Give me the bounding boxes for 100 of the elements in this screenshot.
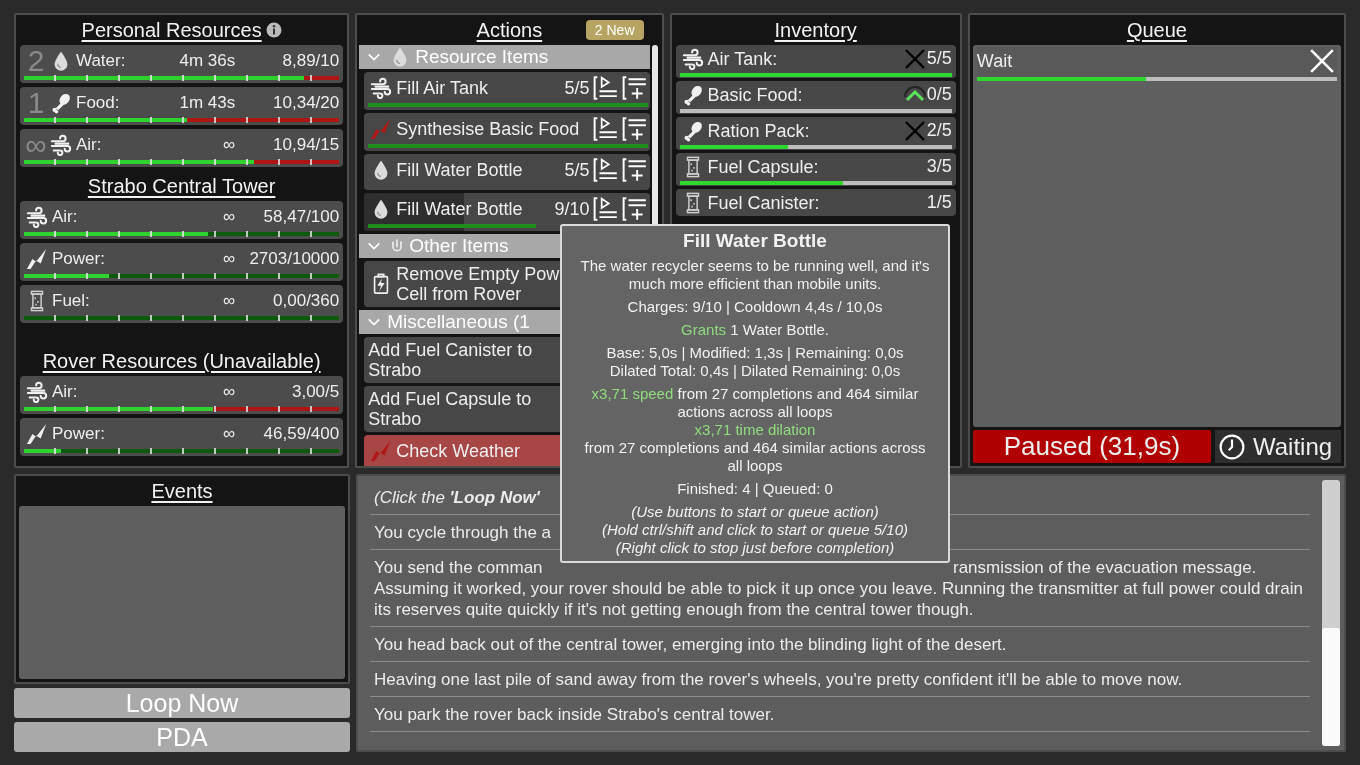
tooltip-text: (Use buttons to start or queue action) (Hold ctrl/shift and click to start or queue 5/10) (Right click to stop just before completion)	[601, 503, 909, 557]
add-to-queue-icon	[621, 75, 648, 101]
log-text: You send the comman	[374, 557, 543, 578]
resource-count: ∞	[24, 131, 48, 159]
resource-label: Fuel:	[52, 291, 90, 311]
resource-count: 1	[26, 89, 46, 117]
queue-state: Waiting	[1253, 432, 1333, 461]
play-icon	[592, 116, 619, 142]
panel-title: Events	[151, 479, 213, 503]
add-to-queue-icon	[621, 116, 648, 142]
resource-label: Food:	[76, 93, 120, 113]
resource-label: Water:	[76, 51, 126, 71]
resource-value: 2703/10000	[249, 249, 340, 268]
resource-value: 0,00/360	[273, 291, 340, 310]
action-item[interactable]: Fill Water Bottle 5/5	[364, 154, 650, 190]
resource-time: ∞	[223, 291, 236, 311]
category-label: Miscellaneous (1	[387, 311, 530, 333]
resource-value: 3,00/5	[291, 382, 340, 401]
log-text: You park the rover back inside Strabo's central tower.	[374, 704, 775, 725]
pause-button[interactable]: Paused (31,9s)	[972, 430, 1211, 463]
clock-icon	[1219, 433, 1245, 460]
queue-button[interactable]	[621, 196, 648, 222]
action-label: Fill Water Bottle	[396, 199, 523, 219]
wind-icon	[26, 381, 48, 403]
start-button[interactable]	[592, 116, 619, 142]
action-label: Remove Empty Pow Cell from Rover	[396, 264, 560, 304]
panel-title: Inventory	[774, 18, 857, 42]
play-icon	[592, 75, 619, 101]
resource-value: 8,89/10	[282, 51, 340, 70]
action-label: Add Fuel Capsule to Strabo	[368, 389, 532, 429]
item-label: Fuel Capsule:	[707, 156, 819, 177]
add-to-queue-icon	[621, 157, 648, 183]
item-count: 2/5	[926, 120, 952, 141]
lightning-icon	[26, 423, 48, 445]
start-button[interactable]	[592, 157, 619, 183]
resource-value: 58,47/100	[263, 207, 340, 226]
queue-button[interactable]	[621, 75, 648, 101]
log-text: Assuming it worked, your rover should be able to pick it up once you leave. Running the transmitter at full power could drain its reserves quite quickly if it's not getting enough from the central tower though.	[374, 578, 1304, 620]
queue-button[interactable]	[621, 157, 648, 183]
start-button[interactable]	[592, 75, 619, 101]
wind-icon	[50, 134, 72, 156]
wind-icon	[370, 77, 393, 99]
log-text: ransmission of the evacuation message.	[953, 557, 1257, 578]
resource-time: ∞	[223, 207, 236, 227]
resource-label: Air:	[52, 382, 78, 402]
wind-icon	[681, 47, 704, 70]
resource-label: Air:	[76, 135, 102, 155]
item-label: Basic Food:	[707, 84, 803, 105]
tooltip-text: Grants 1 Water Bottle.	[680, 321, 830, 339]
resource-time: ∞	[223, 382, 236, 402]
action-charges: 5/5	[564, 159, 590, 181]
log-text: You cycle through the a	[374, 522, 552, 543]
action-charges: 5/5	[564, 77, 590, 99]
play-icon	[592, 196, 619, 222]
queue-button[interactable]	[621, 116, 648, 142]
start-button[interactable]	[592, 196, 619, 222]
resource-time: 4m 36s	[179, 51, 236, 71]
action-label: Synthesise Basic Food	[396, 119, 580, 139]
item-count: 0/5	[926, 84, 952, 105]
resource-value: 10,94/15	[273, 135, 340, 154]
section-title: Rover Resources (Unavailable)	[42, 349, 321, 373]
resource-label: Power:	[52, 249, 105, 269]
resource-time: ∞	[223, 249, 236, 269]
action-label: Fill Water Bottle	[396, 160, 523, 180]
resource-time: ∞	[223, 424, 236, 444]
log-text: (Click the 'Loop Now'	[374, 487, 540, 508]
item-count: 1/5	[926, 192, 952, 213]
queue-item-label: Wait	[976, 50, 1013, 72]
close-icon	[1309, 48, 1335, 74]
log-text: Heaving one last pile of sand away from the rover's wheels, you're pretty confident it'll be able to move now.	[374, 669, 1183, 690]
action-label: Fill Air Tank	[396, 78, 488, 98]
scrollbar[interactable]	[1322, 480, 1340, 746]
resource-value: 46,59/400	[263, 424, 340, 443]
item-label: Fuel Canister:	[707, 192, 820, 213]
drumstick-icon	[50, 92, 72, 114]
resource-label: Air:	[52, 207, 78, 227]
action-item[interactable]: Fill Air Tank 5/5	[364, 72, 650, 110]
tooltip-text: Finished: 4 | Queued: 0	[676, 480, 834, 498]
log-text: You head back out of the central tower, emerging into the blinding light of the desert.	[374, 634, 1007, 655]
item-label: Air Tank:	[707, 48, 778, 69]
add-to-queue-icon	[621, 196, 648, 222]
resource-time: 1m 43s	[179, 93, 236, 113]
action-item[interactable]: Synthesise Basic Food	[364, 113, 650, 151]
section-title: Strabo Central Tower	[87, 174, 276, 198]
play-icon	[592, 157, 619, 183]
item-count: 3/5	[926, 156, 952, 177]
resource-count: 2	[26, 47, 46, 75]
action-label: Check Weather	[396, 440, 520, 461]
info-icon[interactable]	[265, 22, 282, 38]
action-charges: 9/10	[554, 198, 590, 220]
action-item[interactable]: Fill Water Bottle 9/10	[364, 193, 650, 231]
tooltip-title: Fill Water Bottle	[682, 229, 828, 252]
panel-title: Actions	[476, 18, 543, 42]
action-label: Add Fuel Canister to Strabo	[368, 340, 533, 380]
new-badge: 2 New	[585, 20, 644, 40]
category-label: Resource Items	[415, 46, 549, 68]
category-label: Other Items	[409, 235, 509, 257]
resource-label: Power:	[52, 424, 105, 444]
item-count: 5/5	[926, 48, 952, 69]
lightning-icon	[26, 248, 48, 270]
